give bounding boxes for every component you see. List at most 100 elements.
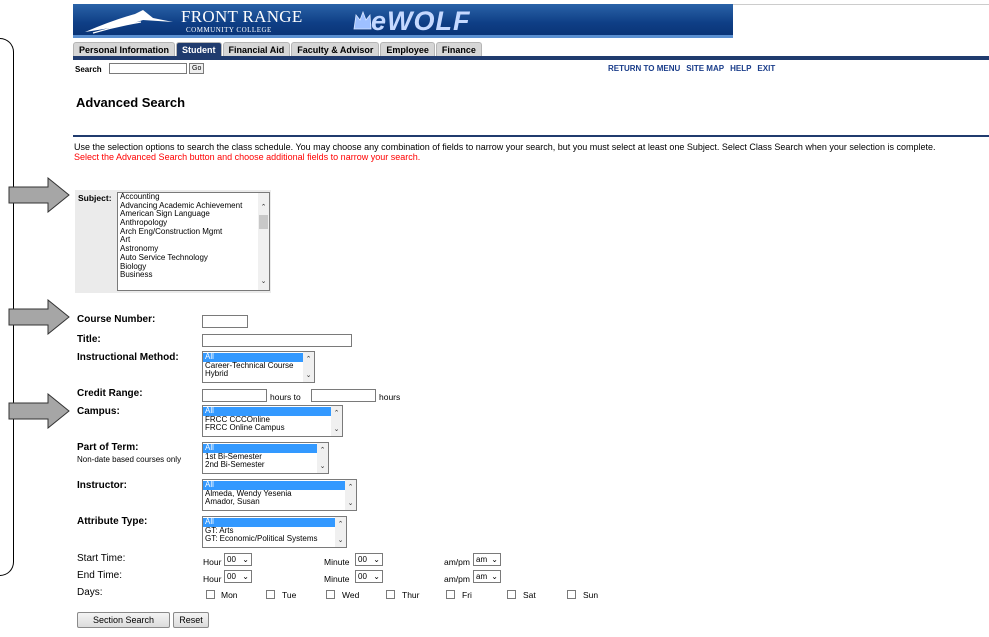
scroll-up-icon[interactable]: ⌃ xyxy=(259,203,268,212)
attribute-type-option[interactable]: GT: Economic/Political Systems xyxy=(203,535,346,544)
section-search-button[interactable]: Section Search xyxy=(77,612,170,628)
attribute-type-listbox[interactable]: All GT: Arts GT: Economic/Political Syst… xyxy=(202,516,347,548)
start-hour-label: Hour xyxy=(203,557,222,567)
scroll-up-icon[interactable]: ⌃ xyxy=(346,483,355,492)
instructor-listbox[interactable]: All Almeda, Wendy Yesenia Amador, Susan … xyxy=(202,479,357,511)
credit-range-max-input[interactable] xyxy=(311,389,376,402)
main-tabs: Personal Information Student Financial A… xyxy=(73,42,483,57)
reset-button[interactable]: Reset xyxy=(173,612,209,628)
day-checkbox-mon[interactable] xyxy=(206,590,215,599)
start-minute-select[interactable]: 00 ⌄ xyxy=(355,553,383,566)
start-minute-value: 00 xyxy=(358,555,367,564)
go-button[interactable]: Go xyxy=(189,63,205,74)
end-hour-value: 00 xyxy=(227,572,236,581)
chevron-down-icon: ⌄ xyxy=(373,572,380,581)
tab-finance[interactable]: Finance xyxy=(435,42,482,57)
scroll-up-icon[interactable]: ⌃ xyxy=(318,446,327,455)
attribute-type-scrollbar[interactable]: ⌃ ⌄ xyxy=(335,517,346,547)
credit-range-min-input[interactable] xyxy=(202,389,267,402)
instructor-label: Instructor: xyxy=(77,480,127,491)
start-time-label: Start Time: xyxy=(77,553,126,564)
day-checkbox-sun[interactable] xyxy=(567,590,576,599)
attribute-type-label: Attribute Type: xyxy=(77,516,148,527)
campus-option[interactable]: FRCC Online Campus xyxy=(203,424,342,433)
day-checkbox-wed[interactable] xyxy=(326,590,335,599)
end-minute-label: Minute xyxy=(324,574,350,584)
day-checkbox-thur[interactable] xyxy=(386,590,395,599)
instructor-scrollbar[interactable]: ⌃ ⌄ xyxy=(345,480,356,510)
scroll-up-icon[interactable]: ⌃ xyxy=(336,520,345,529)
end-hour-select[interactable]: 00 ⌄ xyxy=(224,570,252,583)
end-minute-select[interactable]: 00 ⌄ xyxy=(355,570,383,583)
tab-personal-information[interactable]: Personal Information xyxy=(73,42,176,57)
instructions-text: Use the selection options to search the … xyxy=(74,142,936,152)
start-minute-label: Minute xyxy=(324,557,350,567)
part-of-term-scrollbar[interactable]: ⌃ ⌄ xyxy=(317,443,328,473)
campus-scrollbar[interactable]: ⌃ ⌄ xyxy=(331,406,342,436)
scroll-up-icon[interactable]: ⌃ xyxy=(332,409,341,418)
instructional-method-label: Instructional Method: xyxy=(77,352,179,363)
start-ampm-select[interactable]: am ⌄ xyxy=(473,553,501,566)
start-hour-value: 00 xyxy=(227,555,236,564)
part-of-term-option[interactable]: 2nd Bi-Semester xyxy=(203,461,328,470)
return-to-menu-link[interactable]: RETURN TO MENU xyxy=(608,64,680,73)
scroll-up-icon[interactable]: ⌃ xyxy=(304,355,313,364)
scroll-down-icon[interactable]: ⌄ xyxy=(336,536,345,545)
day-label-tue: Tue xyxy=(282,590,297,600)
search-input[interactable] xyxy=(109,63,187,74)
part-of-term-note: Non-date based courses only xyxy=(77,455,182,464)
day-checkbox-fri[interactable] xyxy=(446,590,455,599)
end-time-label: End Time: xyxy=(77,570,123,581)
course-number-label: Course Number: xyxy=(77,314,156,325)
campus-listbox[interactable]: All FRCC CCCOnline FRCC Online Campus ⌃ … xyxy=(202,405,343,437)
day-checkbox-sat[interactable] xyxy=(507,590,516,599)
end-ampm-select[interactable]: am ⌄ xyxy=(473,570,501,583)
day-label-mon: Mon xyxy=(221,590,238,600)
end-minute-value: 00 xyxy=(358,572,367,581)
brand-subtitle: COMMUNITY COLLEGE xyxy=(186,26,272,34)
scroll-down-icon[interactable]: ⌄ xyxy=(332,425,341,434)
chevron-down-icon: ⌄ xyxy=(491,555,498,564)
scroll-down-icon[interactable]: ⌄ xyxy=(318,462,327,471)
subject-option[interactable]: Business xyxy=(118,270,269,280)
instructions-warning-text: Select the Advanced Search button and ch… xyxy=(74,152,421,162)
credit-range-mid-label: hours to xyxy=(270,392,301,402)
site-map-link[interactable]: SITE MAP xyxy=(686,64,724,73)
subject-listbox[interactable]: Accounting Advancing Academic Achievemen… xyxy=(117,192,270,291)
course-number-input[interactable] xyxy=(202,315,248,328)
mountain-logo-icon xyxy=(85,10,173,34)
subject-label: Subject: xyxy=(78,193,112,203)
annotation-arrow-campus xyxy=(8,393,70,429)
instructional-method-option[interactable]: Hybrid xyxy=(203,370,314,379)
title-input[interactable] xyxy=(202,334,352,347)
tab-underline xyxy=(73,56,989,60)
tab-student[interactable]: Student xyxy=(176,42,222,57)
instructional-method-listbox[interactable]: All Career-Technical Course Hybrid ⌃ ⌄ xyxy=(202,351,315,383)
tab-financial-aid[interactable]: Financial Aid xyxy=(222,42,291,57)
tab-faculty-advisor[interactable]: Faculty & Advisor xyxy=(291,42,380,57)
exit-link[interactable]: EXIT xyxy=(757,64,775,73)
top-links: RETURN TO MENU SITE MAP HELP EXIT xyxy=(608,64,775,73)
annotation-arrow-subject xyxy=(8,177,70,213)
subject-option[interactable]: Arch Eng/Construction Mgmt xyxy=(118,227,269,237)
start-hour-select[interactable]: 00 ⌄ xyxy=(224,553,252,566)
part-of-term-label: Part of Term: xyxy=(77,442,139,453)
instructional-method-scrollbar[interactable]: ⌃ ⌄ xyxy=(303,352,314,382)
scroll-down-icon[interactable]: ⌄ xyxy=(259,277,268,286)
instructor-option[interactable]: Amador, Susan xyxy=(203,498,356,507)
scroll-down-icon[interactable]: ⌄ xyxy=(346,499,355,508)
subject-scrollbar[interactable]: ⌃ ⌄ xyxy=(258,193,269,290)
scroll-thumb[interactable] xyxy=(259,215,268,229)
scroll-down-icon[interactable]: ⌄ xyxy=(304,371,313,380)
tab-employee[interactable]: Employee xyxy=(380,42,435,57)
help-link[interactable]: HELP xyxy=(730,64,751,73)
banner-right-space xyxy=(733,4,989,38)
brand-name: FRONT RANGE xyxy=(181,7,303,26)
day-checkbox-tue[interactable] xyxy=(266,590,275,599)
part-of-term-listbox[interactable]: All 1st Bi-Semester 2nd Bi-Semester ⌃ ⌄ xyxy=(202,442,329,474)
day-label-sun: Sun xyxy=(583,590,599,600)
wolf-icon xyxy=(353,10,372,30)
title-divider xyxy=(73,135,989,137)
page-title: Advanced Search xyxy=(76,95,186,110)
product-logo: eWOLF xyxy=(371,6,471,36)
